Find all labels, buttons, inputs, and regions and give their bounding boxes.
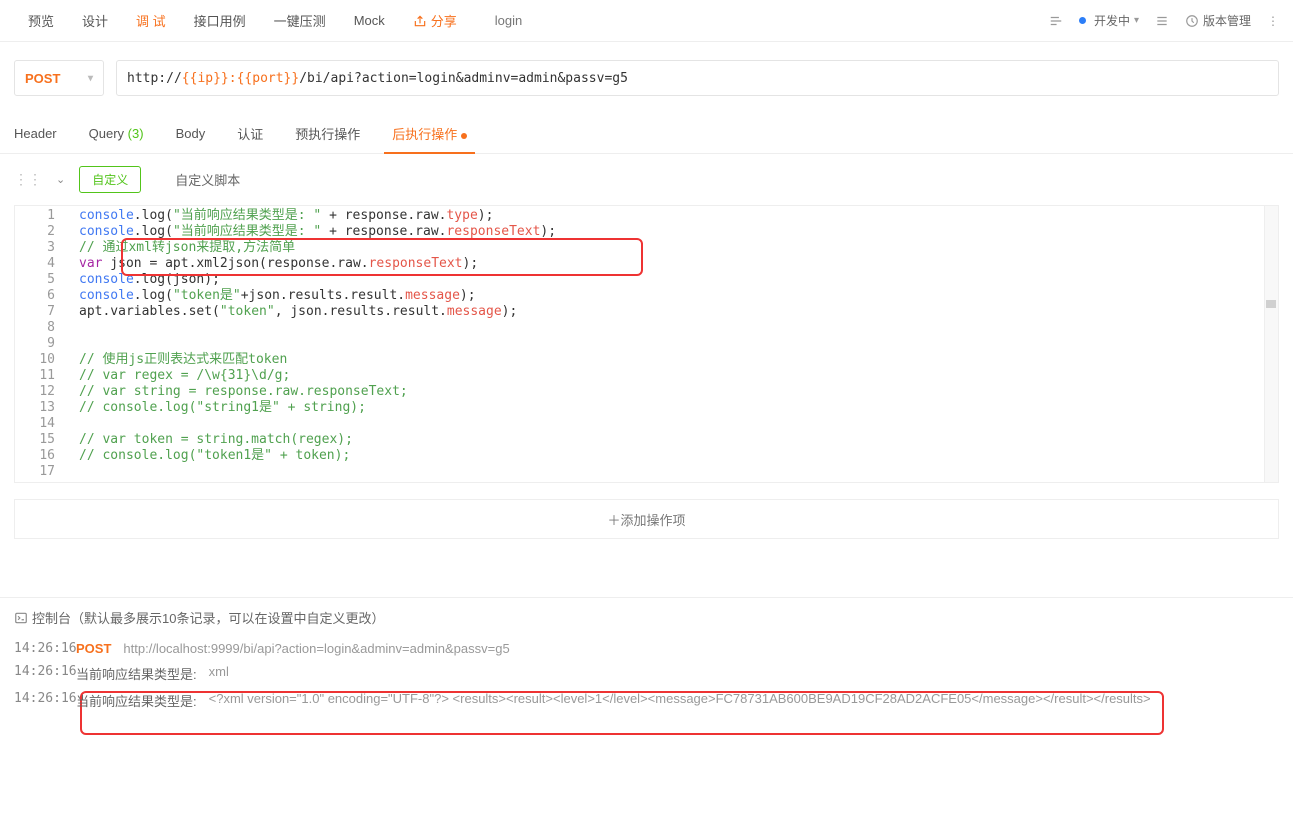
modified-dot-icon: [461, 133, 467, 139]
console-label: 当前响应结果类型是:: [76, 691, 197, 710]
code-line[interactable]: // var regex = /\w{31}\d/g;: [63, 368, 1278, 384]
code-line[interactable]: [63, 320, 1278, 336]
method-value: POST: [25, 71, 60, 86]
scrollbar[interactable]: [1264, 206, 1278, 482]
header-left: 预览 设计 调 试 接口用例 一键压测 Mock 分享 login: [14, 0, 536, 42]
console-header: 控制台（默认最多展示10条记录，可以在设置中自定义更改）: [14, 608, 1279, 627]
console-row: 14:26:16 当前响应结果类型是: <?xml version="1.0" en…: [14, 687, 1279, 714]
subtab-post-exec[interactable]: 后执行操作: [392, 114, 467, 153]
url-suffix: /bi/api?action=login&adminv=admin&passv=…: [299, 71, 628, 86]
url-variable: {{ip}}:{{port}}: [182, 71, 299, 86]
chevron-down-icon: ▾: [88, 73, 93, 84]
add-operation-label: 添加操作项: [621, 510, 686, 529]
console-time: 14:26:16: [14, 641, 64, 656]
main-tab-bar: 预览 设计 调 试 接口用例 一键压测 Mock 分享 login 开发中 ▾ …: [0, 0, 1293, 42]
console-value: xml: [209, 664, 229, 679]
more-icon[interactable]: ⋮: [1267, 14, 1279, 28]
code-line[interactable]: [63, 336, 1278, 352]
status-dropdown[interactable]: 开发中 ▾: [1079, 12, 1139, 29]
script-toolbar: ⋮⋮ ⌄ 自定义 自定义脚本: [0, 154, 1293, 205]
console-label: 当前响应结果类型是:: [76, 664, 197, 683]
console-row: 14:26:16 POST http://localhost:9999/bi/api…: [14, 637, 1279, 660]
console-icon: [14, 611, 28, 625]
query-count: (3): [128, 126, 144, 141]
console-time: 14:26:16: [14, 691, 64, 706]
version-label: 版本管理: [1203, 12, 1251, 29]
chevron-down-icon: ▾: [1134, 15, 1139, 26]
subtab-query[interactable]: Query (3): [89, 116, 144, 151]
subtab-auth[interactable]: 认证: [237, 114, 263, 153]
line-gutter: 1234567891011121314151617: [15, 206, 63, 482]
drag-handle-icon[interactable]: ⋮⋮: [14, 171, 42, 188]
subtab-header[interactable]: Header: [14, 116, 57, 151]
request-sub-tabs: Header Query (3) Body 认证 预执行操作 后执行操作: [0, 114, 1293, 154]
subtab-body[interactable]: Body: [176, 116, 206, 151]
subtab-pre-exec[interactable]: 预执行操作: [295, 114, 360, 153]
version-button[interactable]: 版本管理: [1185, 12, 1251, 29]
code-line[interactable]: console.log("当前响应结果类型是: " + response.raw…: [63, 208, 1278, 224]
status-label: 开发中: [1094, 12, 1130, 29]
menu-icon[interactable]: [1049, 14, 1063, 28]
collapse-chevron-icon[interactable]: ⌄: [56, 173, 65, 186]
method-select[interactable]: POST ▾: [14, 60, 104, 96]
code-line[interactable]: [63, 416, 1278, 432]
console-method: POST: [76, 641, 111, 656]
code-line[interactable]: console.log("token是"+json.results.result…: [63, 288, 1278, 304]
console-value: <?xml version="1.0" encoding="UTF-8"?> <…: [209, 691, 1151, 706]
tab-debug[interactable]: 调 试: [122, 0, 180, 42]
header-right: 开发中 ▾ 版本管理 ⋮: [1049, 12, 1279, 29]
tab-mock[interactable]: Mock: [340, 0, 399, 42]
post-exec-label: 后执行操作: [392, 127, 457, 142]
custom-button[interactable]: 自定义: [79, 166, 141, 193]
tab-api-case[interactable]: 接口用例: [180, 0, 260, 42]
tab-design[interactable]: 设计: [68, 0, 122, 42]
console-url: http://localhost:9999/bi/api?action=logi…: [123, 641, 509, 656]
plus-icon: ＋: [607, 510, 620, 529]
list-icon[interactable]: [1155, 14, 1169, 28]
code-line[interactable]: // console.log("string1是" + string);: [63, 400, 1278, 416]
script-type-label: 自定义脚本: [175, 170, 240, 189]
add-operation-button[interactable]: ＋添加操作项: [14, 499, 1279, 539]
share-icon: [413, 14, 427, 28]
code-line[interactable]: // 使用js正则表达式来匹配token: [63, 352, 1278, 368]
code-line[interactable]: console.log("当前响应结果类型是: " + response.raw…: [63, 224, 1278, 240]
tab-share[interactable]: 分享: [399, 0, 471, 42]
code-line[interactable]: console.log(json);: [63, 272, 1278, 288]
code-line[interactable]: // console.log("token1是" + token);: [63, 448, 1278, 464]
url-prefix: http://: [127, 71, 182, 86]
code-line[interactable]: // var string = response.raw.responseTex…: [63, 384, 1278, 400]
clock-icon: [1185, 14, 1199, 28]
tab-login[interactable]: login: [481, 0, 536, 42]
console-time: 14:26:16: [14, 664, 64, 679]
status-dot-icon: [1079, 17, 1086, 24]
tab-pressure[interactable]: 一键压测: [260, 0, 340, 42]
share-label: 分享: [431, 11, 457, 30]
url-input[interactable]: http://{{ip}}:{{port}}/bi/api?action=log…: [116, 60, 1279, 96]
url-bar: POST ▾ http://{{ip}}:{{port}}/bi/api?act…: [14, 60, 1279, 96]
code-line[interactable]: var json = apt.xml2json(response.raw.res…: [63, 256, 1278, 272]
code-line[interactable]: [63, 464, 1278, 480]
console-title: 控制台（默认最多展示10条记录，可以在设置中自定义更改）: [32, 608, 384, 627]
console-panel: 控制台（默认最多展示10条记录，可以在设置中自定义更改） 14:26:16 POS…: [0, 597, 1293, 724]
code-area[interactable]: console.log("当前响应结果类型是: " + response.raw…: [63, 206, 1278, 482]
console-row: 14:26:16 当前响应结果类型是: xml: [14, 660, 1279, 687]
tab-preview[interactable]: 预览: [14, 0, 68, 42]
code-editor[interactable]: 1234567891011121314151617 console.log("当…: [14, 205, 1279, 483]
code-line[interactable]: apt.variables.set("token", json.results.…: [63, 304, 1278, 320]
code-line[interactable]: // 通过xml转json来提取,方法简单: [63, 240, 1278, 256]
query-label: Query: [89, 126, 124, 141]
scroll-marker: [1266, 300, 1276, 308]
code-line[interactable]: // var token = string.match(regex);: [63, 432, 1278, 448]
